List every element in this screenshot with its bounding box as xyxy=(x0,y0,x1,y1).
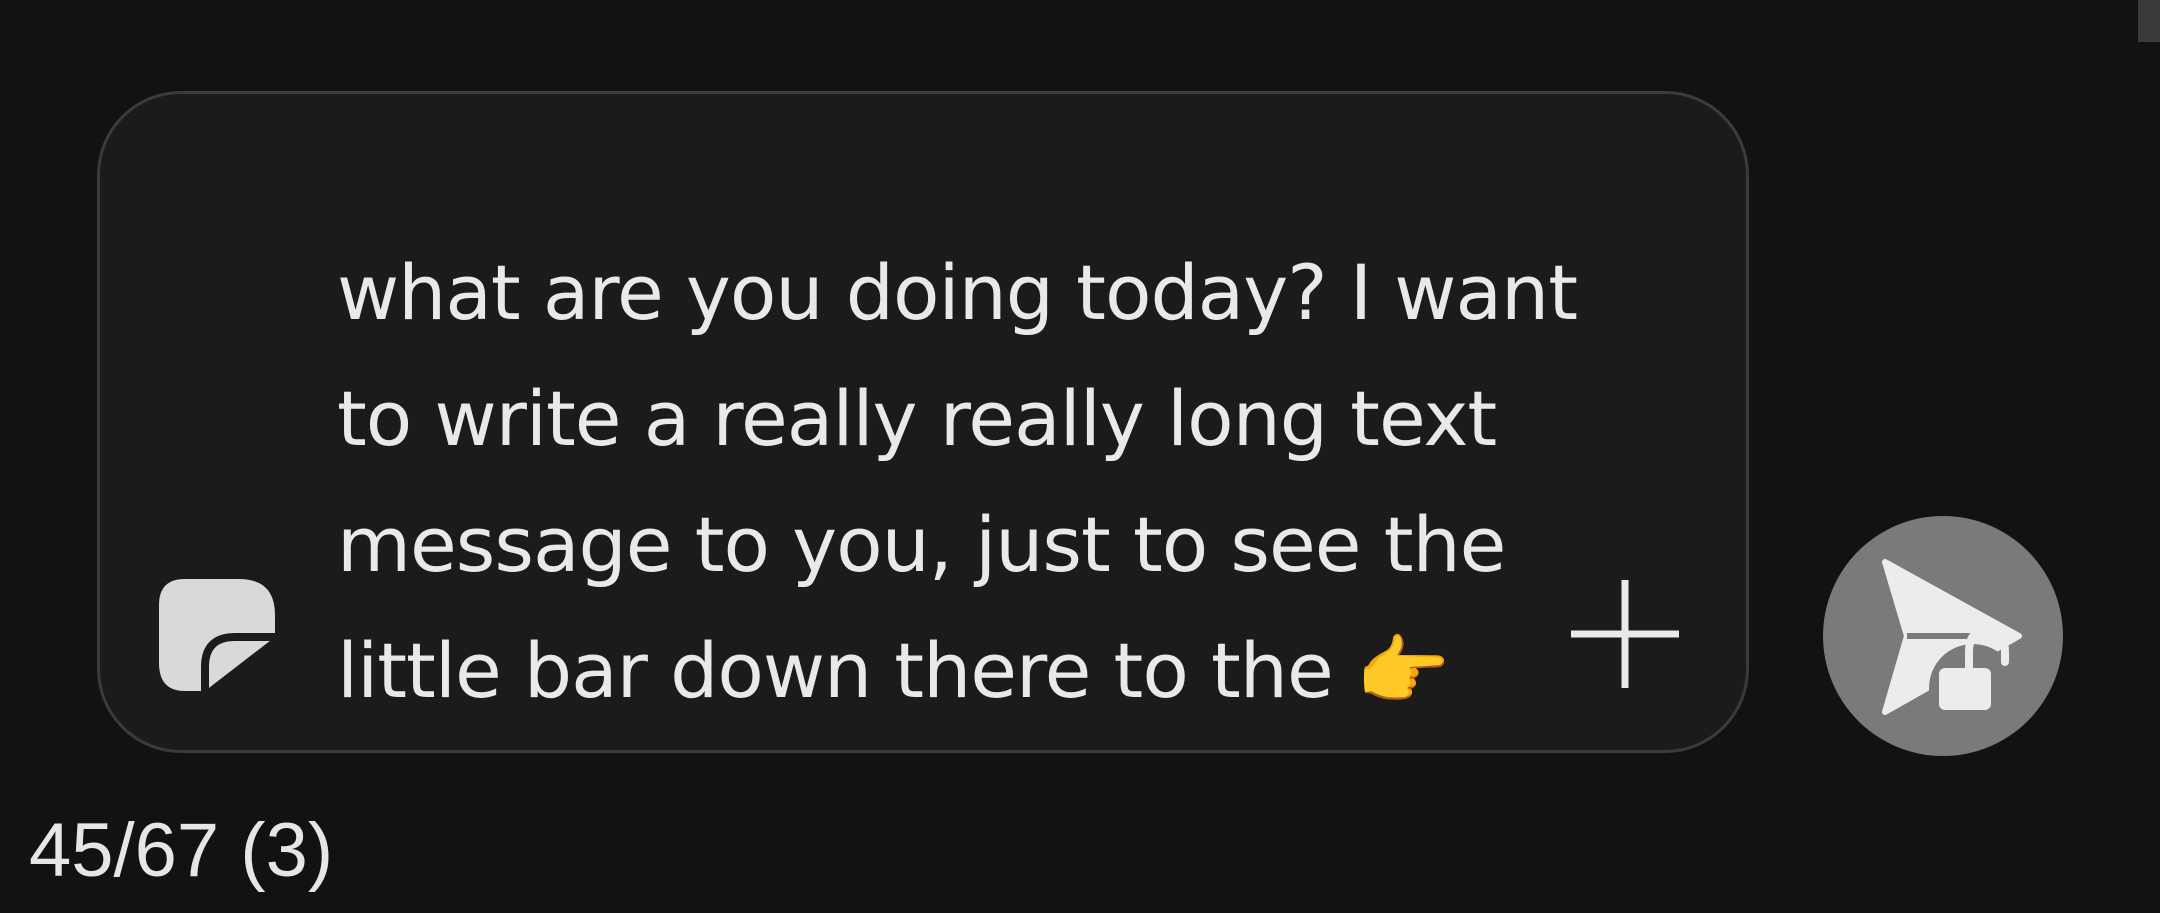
message-compose-screen: what are you doing today? I want to writ… xyxy=(0,0,2160,913)
scroll-indicator xyxy=(2138,0,2160,42)
sticker-button[interactable] xyxy=(155,575,279,699)
message-text-viewport[interactable]: what are you doing today? I want to writ… xyxy=(337,94,1597,750)
character-counter: 45/67 (3) xyxy=(29,808,334,893)
attach-button[interactable] xyxy=(1567,576,1683,692)
message-input-box[interactable]: what are you doing today? I want to writ… xyxy=(97,91,1749,753)
unlocked-padlock-icon xyxy=(1929,625,2017,732)
send-button[interactable] xyxy=(1823,516,2063,756)
plus-icon xyxy=(1571,580,1679,688)
sticker-icon xyxy=(159,579,275,691)
message-text-field[interactable]: what are you doing today? I want to writ… xyxy=(337,230,1578,734)
